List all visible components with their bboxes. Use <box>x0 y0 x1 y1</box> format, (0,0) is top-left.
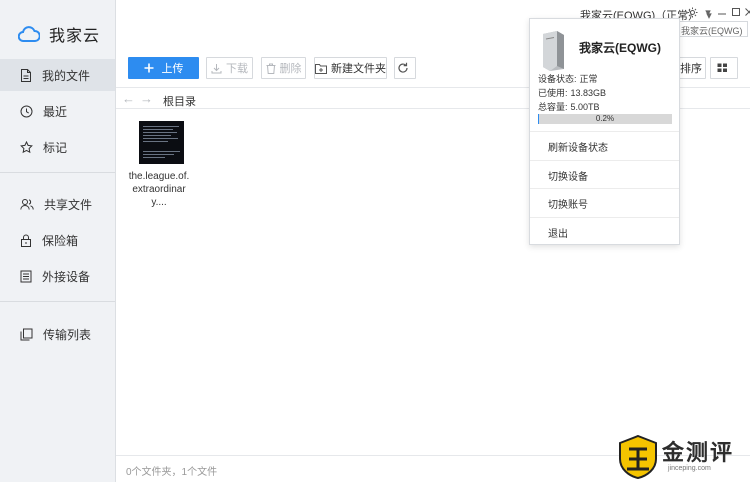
sidebar-item-label: 保险箱 <box>42 233 79 248</box>
grid-view-icon <box>717 63 727 72</box>
plus-icon <box>144 63 153 73</box>
sidebar-item-marked[interactable]: 标记 <box>0 131 115 163</box>
sort-button[interactable]: 排序 <box>676 57 706 79</box>
clock-icon <box>20 105 33 117</box>
sidebar-item-label: 我的文件 <box>42 68 91 83</box>
sidebar-item-label: 标记 <box>43 140 68 155</box>
storage-usage-bar: 0.2% <box>538 114 672 124</box>
back-arrow-icon[interactable]: ← <box>122 91 135 106</box>
sidebar-item-my-files[interactable]: 我的文件 <box>0 59 115 91</box>
device-list-icon <box>20 270 32 282</box>
maximize-icon[interactable] <box>729 5 743 19</box>
sidebar-item-label: 最近 <box>43 104 68 119</box>
sidebar-divider <box>0 172 115 173</box>
download-button[interactable]: 下载 <box>206 57 253 79</box>
nas-device-icon <box>543 31 564 71</box>
gear-icon[interactable] <box>685 5 699 19</box>
file-name: the.league.of.extraordinary.... <box>128 171 190 208</box>
sidebar: 我家云 我的文件 最近 标记 共享文件 保险箱 外接设备 传输列表 <box>0 0 116 482</box>
shield-logo-icon <box>619 435 657 479</box>
menu-item-switch-account[interactable]: 切换账号 <box>530 189 679 217</box>
refresh-icon <box>398 62 408 73</box>
forward-arrow-icon[interactable]: → <box>140 91 153 106</box>
new-folder-button[interactable]: 新建文件夹 <box>314 57 387 79</box>
menu-item-switch-device[interactable]: 切换设备 <box>530 161 679 189</box>
minimize-icon[interactable] <box>715 5 729 19</box>
device-used-row: 已使用: 13.83GB <box>538 88 607 98</box>
breadcrumb-root[interactable]: 根目录 <box>163 93 196 109</box>
users-icon <box>20 198 34 210</box>
new-folder-icon <box>315 63 327 74</box>
transfer-list-icon <box>20 328 33 340</box>
close-icon[interactable] <box>742 5 750 19</box>
delete-button[interactable]: 删除 <box>261 57 306 79</box>
star-icon <box>20 140 33 153</box>
chevron-down-icon[interactable]: ▾ <box>701 5 715 19</box>
sidebar-item-label: 传输列表 <box>43 327 92 342</box>
watermark-sub: jinceping.com <box>668 465 711 472</box>
sidebar-item-safe-box[interactable]: 保险箱 <box>0 224 115 256</box>
menu-item-logout[interactable]: 退出 <box>530 218 679 246</box>
cloud-icon <box>18 26 40 42</box>
sidebar-item-external-devices[interactable]: 外接设备 <box>0 260 115 292</box>
device-dropdown-menu: 我家云(EQWG) 设备状态: 正常 已使用: 13.83GB 总容量: 5.00TB… <box>529 18 680 245</box>
watermark-logo: 金测评 jinceping.com <box>618 435 748 480</box>
menu-item-refresh-device-status[interactable]: 刷新设备状态 <box>530 132 679 160</box>
sidebar-item-label: 共享文件 <box>44 197 93 212</box>
device-status-row: 设备状态: 正常 <box>538 74 598 84</box>
file-icon <box>21 68 31 82</box>
lock-icon <box>21 234 31 247</box>
refresh-button[interactable] <box>394 57 416 79</box>
app-logo: 我家云 <box>18 22 100 46</box>
upload-button[interactable]: 上传 <box>128 57 199 79</box>
search-placeholder: 我家云(EQWG)（正常） <box>681 26 747 36</box>
status-summary: 0个文件夹，1个文件 <box>126 467 218 478</box>
device-total-row: 总容量: 5.00TB <box>538 102 600 112</box>
download-icon <box>211 63 222 73</box>
sidebar-item-shared-files[interactable]: 共享文件 <box>0 188 115 220</box>
device-name: 我家云(EQWG) <box>579 41 661 55</box>
watermark-text: 金测评 <box>662 440 735 465</box>
grid-view-button[interactable] <box>710 57 738 79</box>
sidebar-item-transfer-list[interactable]: 传输列表 <box>0 318 115 350</box>
sidebar-item-recent[interactable]: 最近 <box>0 95 115 127</box>
storage-usage-percent: 0.2% <box>595 114 615 123</box>
search-input[interactable]: 我家云(EQWG)（正常） <box>676 21 748 37</box>
trash-icon <box>266 63 275 74</box>
sidebar-divider <box>0 301 115 302</box>
app-name: 我家云 <box>49 28 101 45</box>
sidebar-item-label: 外接设备 <box>42 269 91 284</box>
file-thumbnail <box>139 121 184 164</box>
